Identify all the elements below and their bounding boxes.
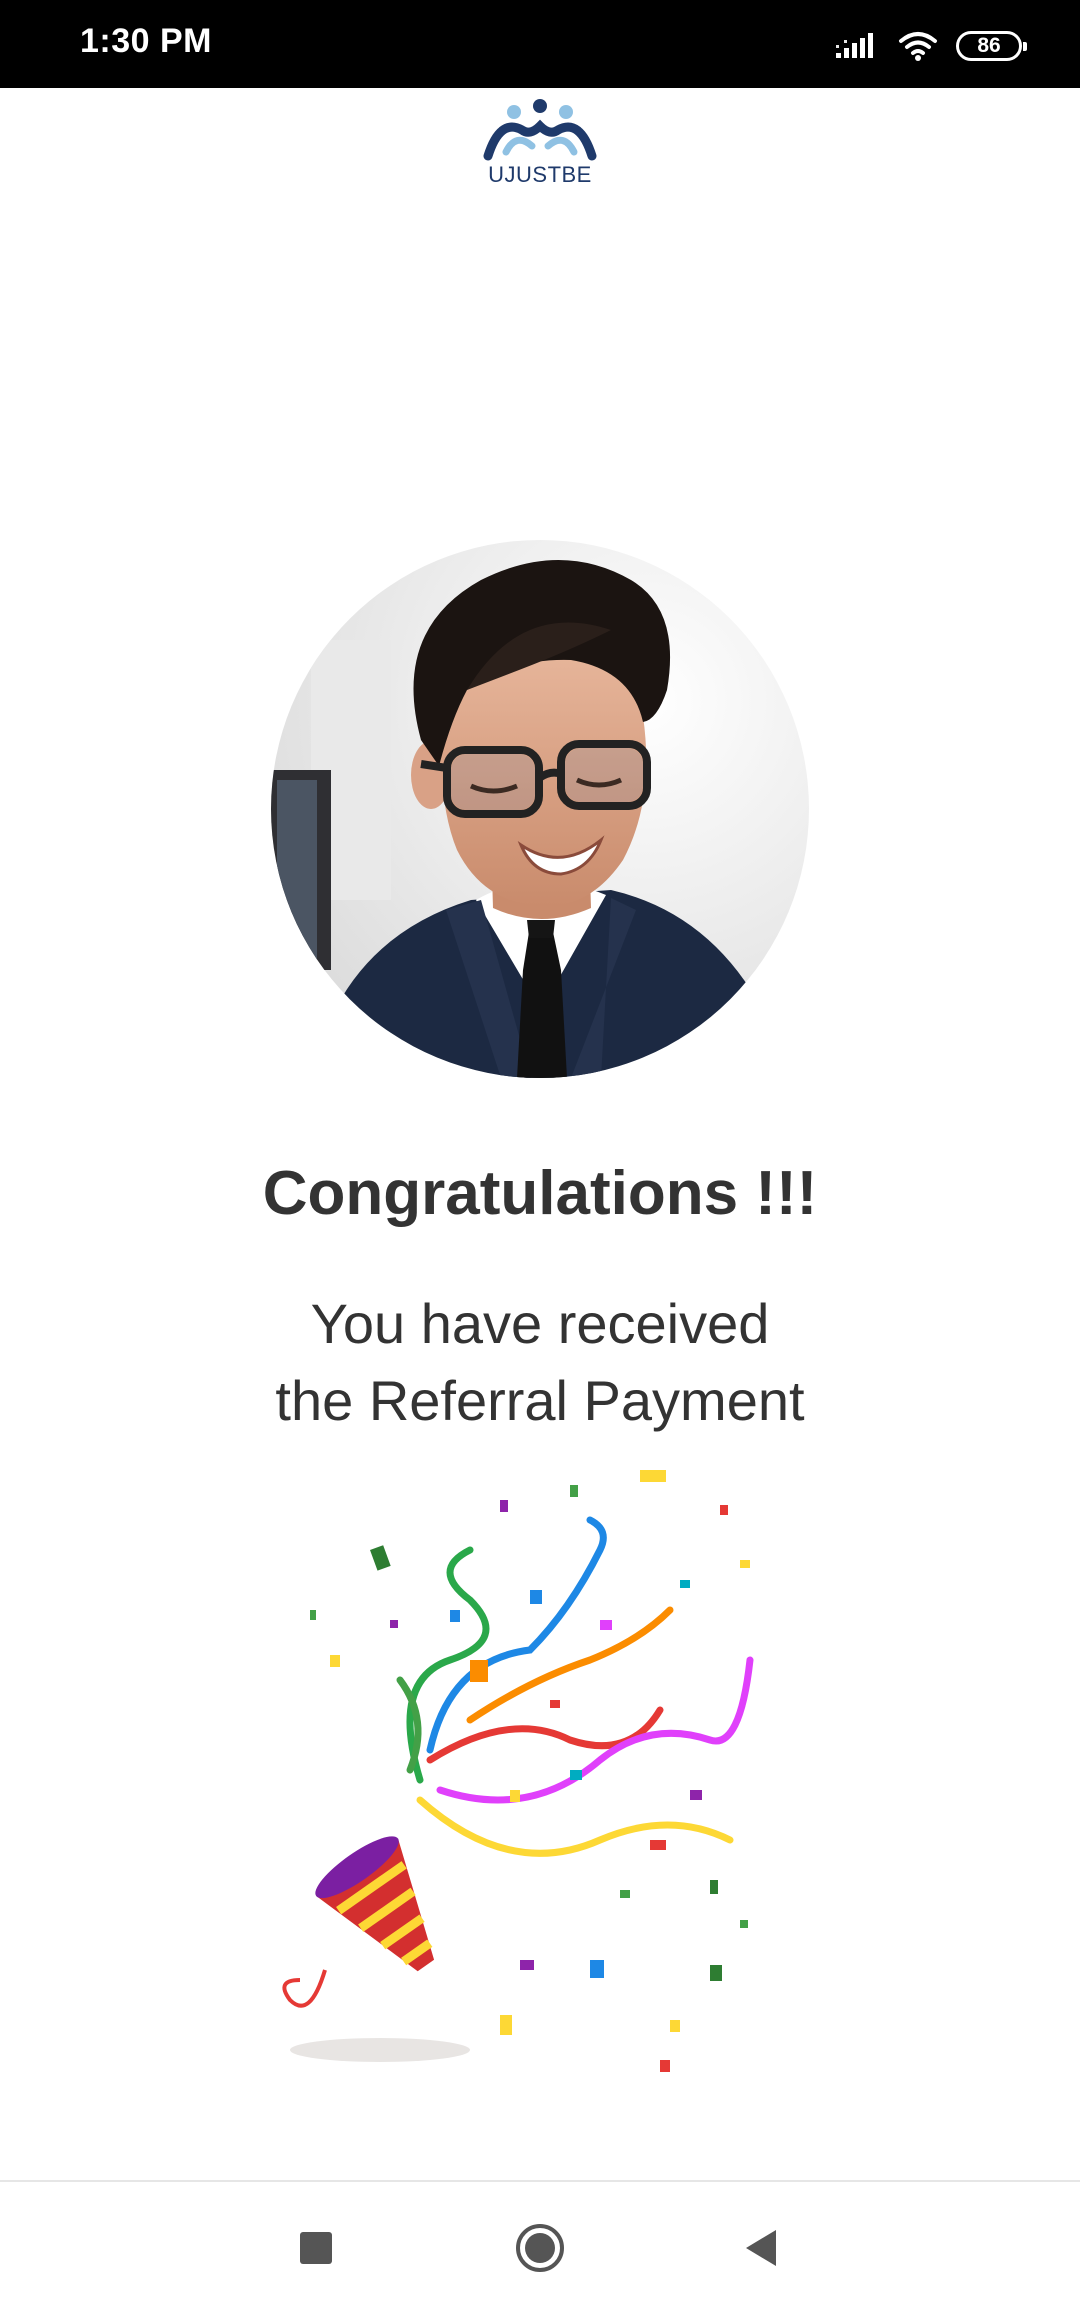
party-popper-illustration (270, 1460, 790, 2080)
profile-photo (271, 540, 809, 1078)
app-logo: UJUSTBE (480, 96, 600, 196)
status-time: 1:30 PM (80, 22, 212, 60)
signal-icon (836, 33, 873, 58)
home-button[interactable] (510, 2218, 570, 2278)
logo-text: UJUSTBE (488, 162, 592, 187)
payment-message-line-2: the Referral Payment (275, 1369, 805, 1432)
payment-message-line-1: You have received (310, 1292, 770, 1355)
payment-message: You have received the Referral Payment (0, 1285, 1080, 1439)
back-button[interactable] (732, 2218, 792, 2278)
back-triangle-icon (746, 2230, 776, 2266)
people-logo-icon (483, 99, 597, 161)
system-nav-bar (0, 2180, 1080, 2312)
battery-level: 86 (977, 34, 1001, 57)
wifi-icon (899, 32, 937, 61)
congratulations-title: Congratulations !!! (262, 1159, 818, 1228)
circle-icon (516, 2224, 564, 2272)
status-icons: 86 (836, 28, 1027, 64)
battery-icon: 86 (956, 31, 1027, 61)
status-bar: 1:30 PM 86 (0, 0, 1080, 88)
square-icon (300, 2232, 332, 2264)
recent-apps-button[interactable] (286, 2218, 346, 2278)
